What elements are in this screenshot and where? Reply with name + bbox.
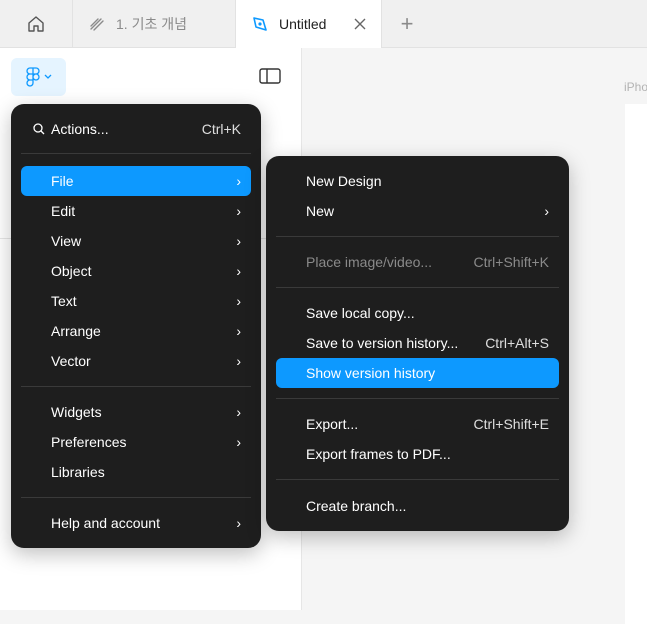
menu-item-save-local-copy[interactable]: Save local copy...	[276, 298, 559, 328]
menu-item-label: Place image/video...	[306, 254, 433, 270]
new-tab-button[interactable]: +	[382, 0, 432, 47]
menu-item-view[interactable]: View ›	[21, 226, 251, 256]
menu-item-label: Edit	[51, 203, 76, 219]
menu-item-help-and-account[interactable]: Help and account ›	[21, 508, 251, 538]
menu-item-shortcut: Ctrl+Shift+E	[473, 416, 549, 432]
menu-item-label: Text	[51, 293, 77, 309]
menu-item-label: New Design	[306, 173, 382, 189]
main-menu-button[interactable]	[11, 58, 66, 96]
menu-item-object[interactable]: Object ›	[21, 256, 251, 286]
figjam-pen-icon	[253, 17, 267, 31]
menu-item-text[interactable]: Text ›	[21, 286, 251, 316]
menu-separator	[276, 287, 559, 288]
main-menu: Actions... Ctrl+K File › Edit › View › O…	[11, 104, 261, 548]
tab-bar: 1. 기초 개념 Untitled +	[0, 0, 647, 48]
chevron-right-icon: ›	[236, 515, 241, 531]
menu-item-preferences[interactable]: Preferences ›	[21, 427, 251, 457]
menu-item-label: Object	[51, 263, 92, 279]
chevron-right-icon: ›	[236, 323, 241, 339]
menu-separator	[21, 386, 251, 387]
menu-item-libraries[interactable]: Libraries	[21, 457, 251, 487]
menu-separator	[276, 398, 559, 399]
menu-item-export-frames-to-pdf[interactable]: Export frames to PDF...	[276, 439, 559, 469]
menu-item-label: Widgets	[51, 404, 102, 420]
actions-label: Actions...	[51, 121, 109, 137]
menu-item-file[interactable]: File ›	[21, 166, 251, 196]
menu-separator	[276, 236, 559, 237]
menu-item-label: Vector	[51, 353, 91, 369]
file-submenu: New Design New › Place image/video... Ct…	[266, 156, 569, 531]
menu-item-label: Help and account	[51, 515, 160, 531]
tab-untitled[interactable]: Untitled	[236, 0, 382, 48]
menu-item-show-version-history[interactable]: Show version history	[276, 358, 559, 388]
tab-untitled-label: Untitled	[279, 16, 327, 32]
chevron-right-icon: ›	[236, 293, 241, 309]
menu-item-widgets[interactable]: Widgets ›	[21, 397, 251, 427]
home-icon	[28, 15, 44, 32]
tab-document-label: 1. 기초 개념	[116, 15, 187, 32]
chevron-right-icon: ›	[236, 434, 241, 450]
menu-item-label: View	[51, 233, 82, 249]
actions-search-item[interactable]: Actions... Ctrl+K	[21, 114, 251, 144]
menu-item-label: File	[51, 173, 74, 189]
chevron-right-icon: ›	[236, 404, 241, 420]
chevron-right-icon: ›	[544, 203, 549, 219]
tab-home[interactable]	[0, 0, 73, 47]
menu-item-vector[interactable]: Vector ›	[21, 346, 251, 376]
menu-item-label: Show version history	[306, 365, 436, 381]
chevron-right-icon: ›	[236, 353, 241, 369]
menu-separator	[276, 479, 559, 480]
draft-icon	[90, 17, 104, 31]
sidebar-toggle-icon[interactable]	[259, 68, 281, 84]
menu-item-label: Libraries	[51, 464, 105, 480]
menu-item-shortcut: Ctrl+Alt+S	[485, 335, 549, 351]
figma-logo-icon	[25, 67, 40, 87]
close-icon[interactable]	[353, 17, 367, 31]
chevron-right-icon: ›	[236, 203, 241, 219]
menu-item-create-branch[interactable]: Create branch...	[276, 491, 559, 521]
menu-item-label: Preferences	[51, 434, 127, 450]
menu-item-export[interactable]: Export... Ctrl+Shift+E	[276, 409, 559, 439]
menu-item-label: Export...	[306, 416, 359, 432]
menu-item-arrange[interactable]: Arrange ›	[21, 316, 251, 346]
chevron-down-icon	[44, 74, 51, 79]
actions-shortcut: Ctrl+K	[201, 121, 241, 137]
chevron-right-icon: ›	[236, 263, 241, 279]
menu-item-new-design[interactable]: New Design	[276, 166, 559, 196]
menu-item-label: Save local copy...	[306, 305, 415, 321]
menu-item-label: Save to version history...	[306, 335, 459, 351]
menu-item-label: New	[306, 203, 335, 219]
menu-item-edit[interactable]: Edit ›	[21, 196, 251, 226]
menu-item-save-to-version-history[interactable]: Save to version history... Ctrl+Alt+S	[276, 328, 559, 358]
frame-label[interactable]: iPho	[624, 80, 647, 94]
tab-document[interactable]: 1. 기초 개념	[73, 0, 236, 47]
frame[interactable]	[625, 104, 647, 624]
menu-item-label: Arrange	[51, 323, 101, 339]
menu-item-new[interactable]: New ›	[276, 196, 559, 226]
menu-item-label: Create branch...	[306, 498, 407, 514]
menu-item-shortcut: Ctrl+Shift+K	[473, 254, 549, 270]
search-icon	[33, 123, 45, 135]
menu-item-label: Export frames to PDF...	[306, 446, 451, 462]
menu-separator	[21, 497, 251, 498]
plus-icon: +	[400, 10, 414, 36]
chevron-right-icon: ›	[236, 233, 241, 249]
menu-item-place-image: Place image/video... Ctrl+Shift+K	[276, 247, 559, 277]
chevron-right-icon: ›	[236, 173, 241, 189]
menu-separator	[21, 153, 251, 154]
